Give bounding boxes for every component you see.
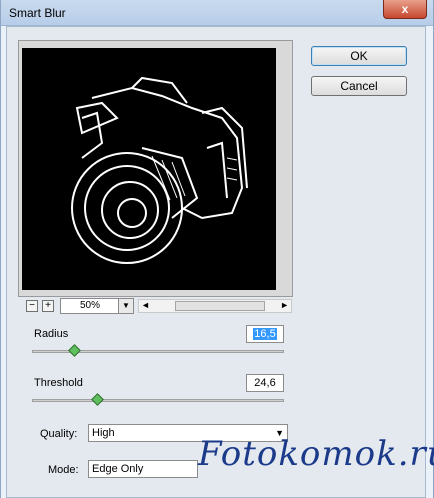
radius-field[interactable]: 16,5: [246, 325, 284, 343]
preview-image[interactable]: [22, 48, 276, 290]
window-title: Smart Blur: [9, 6, 66, 20]
camera-edge-image: [71, 76, 248, 264]
zoom-out-button[interactable]: −: [26, 300, 38, 312]
zoom-dropdown-button[interactable]: ▼: [118, 298, 134, 314]
zoom-bar: − + 50% ▼ ◄ ►: [22, 298, 292, 314]
quality-value: High: [92, 427, 115, 439]
ok-button[interactable]: OK: [311, 46, 407, 66]
mode-value: Edge Only: [92, 463, 144, 475]
title-bar: Smart Blur x: [1, 0, 433, 26]
mode-select[interactable]: Edge Only: [88, 460, 198, 478]
threshold-field[interactable]: 24,6: [246, 374, 284, 392]
scroll-thumb[interactable]: [175, 301, 265, 311]
threshold-label: Threshold: [34, 377, 83, 389]
preview-horizontal-scrollbar[interactable]: ◄ ►: [138, 299, 292, 313]
watermark: Fotokomok.ru: [198, 434, 434, 474]
close-button[interactable]: x: [383, 0, 427, 19]
mode-label: Mode:: [48, 464, 79, 476]
zoom-in-button[interactable]: +: [42, 300, 54, 312]
cancel-button[interactable]: Cancel: [311, 76, 407, 96]
radius-label: Radius: [34, 328, 69, 340]
zoom-level-field[interactable]: 50%: [60, 298, 120, 314]
scroll-right-icon[interactable]: ►: [280, 300, 289, 310]
threshold-slider-track[interactable]: [32, 399, 284, 402]
radius-value: 16,5: [253, 328, 277, 340]
scroll-left-icon[interactable]: ◄: [141, 300, 150, 310]
quality-label: Quality:: [40, 428, 78, 440]
